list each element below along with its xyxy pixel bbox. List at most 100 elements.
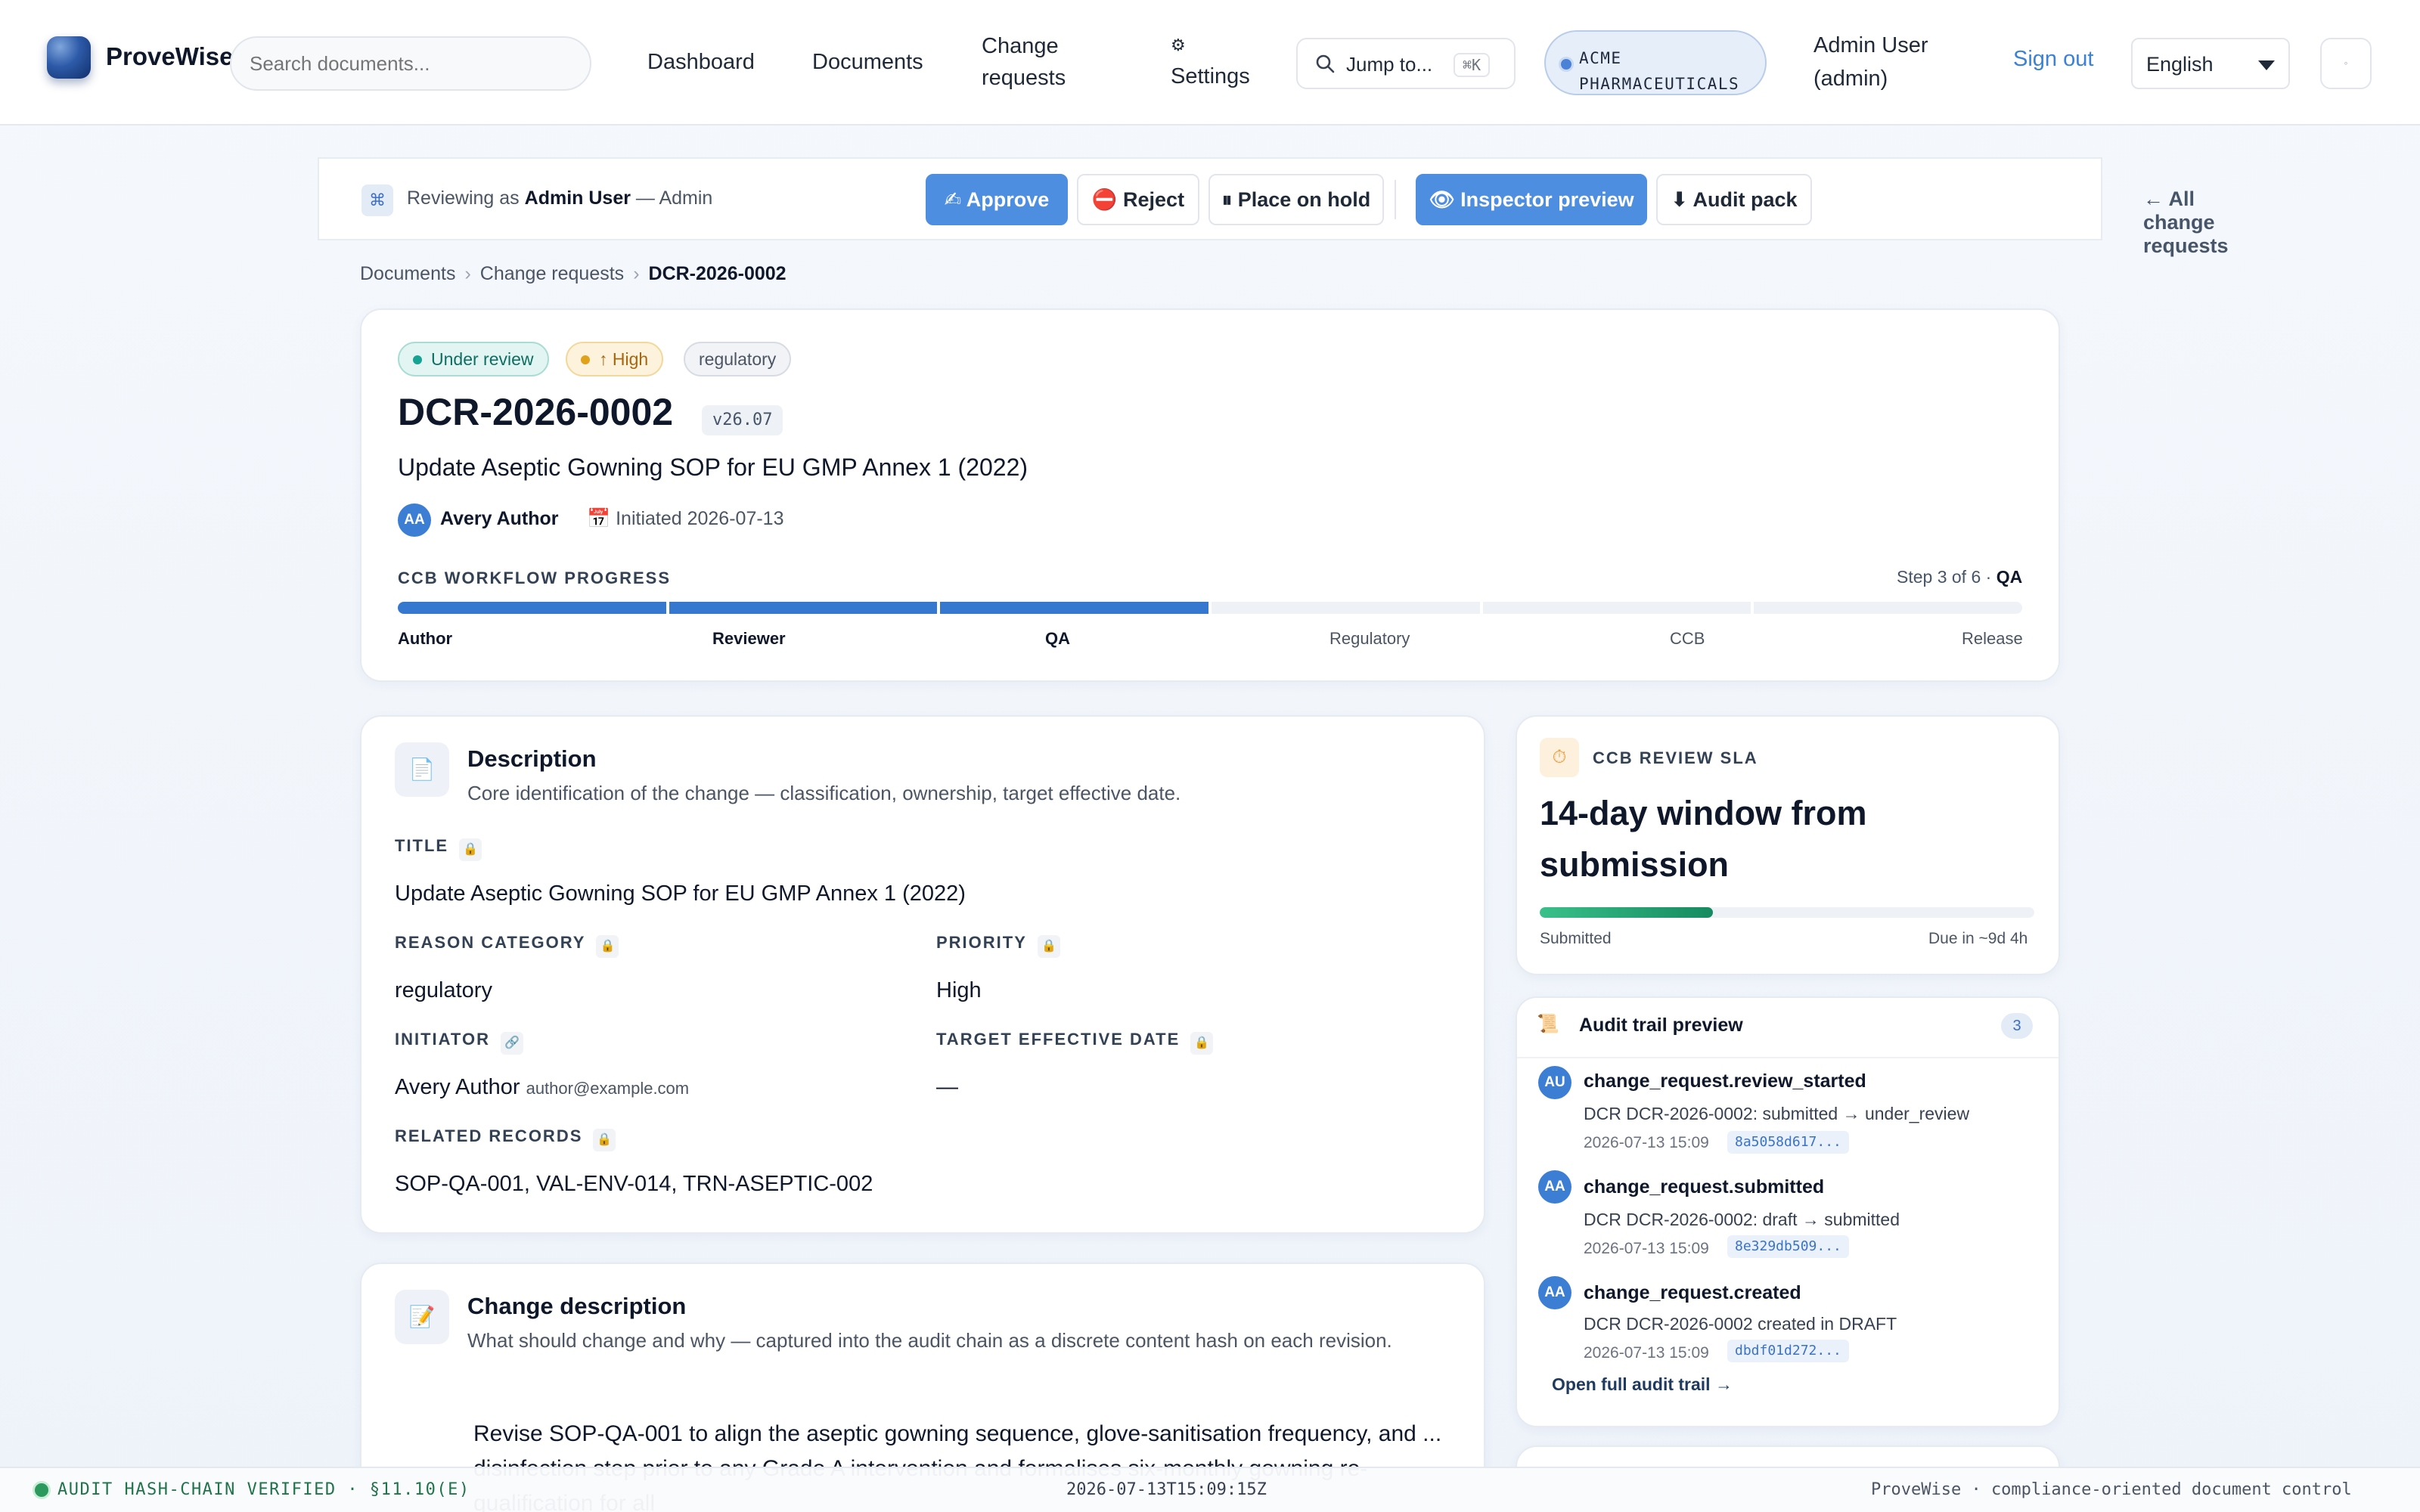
status-badge: Under review xyxy=(398,342,549,376)
breadcrumb-documents[interactable]: Documents xyxy=(360,263,455,284)
change-request-title: Update Aseptic Gowning SOP for EU GMP An… xyxy=(398,454,1028,481)
org-name-line2: PHARMACEUTICALS xyxy=(1579,75,1740,93)
sla-progress-bar xyxy=(1540,907,2034,918)
audit-event-time: 2026-07-13 15:09 xyxy=(1584,1134,1709,1151)
audit-event-name[interactable]: change_request.review_started xyxy=(1584,1070,1866,1092)
field-priority-value: High xyxy=(936,978,982,1002)
initiator-email: author@example.com xyxy=(526,1079,690,1098)
org-name: ACME PHARMACEUTICALS xyxy=(1579,45,1739,97)
nav-dashboard[interactable]: Dashboard xyxy=(647,46,755,78)
footer-timestamp: 2026-07-13T15:09:15Z xyxy=(1066,1480,1267,1499)
nav-documents[interactable]: Documents xyxy=(812,46,923,78)
lock-icon: 🔒 xyxy=(593,1129,616,1151)
field-initiator-label: INITIATOR 🔗 xyxy=(395,1030,523,1055)
workflow-progress-bar xyxy=(398,602,2022,614)
avatar: AA xyxy=(1538,1170,1571,1204)
search-input[interactable] xyxy=(230,36,591,91)
audit-event-name[interactable]: change_request.created xyxy=(1584,1282,1801,1304)
link-icon[interactable]: 🔗 xyxy=(500,1032,523,1055)
org-status-dot xyxy=(1561,59,1571,70)
jump-to-label: Jump to... xyxy=(1346,53,1433,76)
sla-due-label: Due in ~9d 4h xyxy=(1928,930,2028,947)
sla-headline: 14-day window from submission xyxy=(1540,794,1867,884)
field-reason-label: REASON CATEGORY 🔒 xyxy=(395,933,619,958)
field-reason-value: regulatory xyxy=(395,978,492,1002)
audit-pack-button[interactable]: ⬇ Audit pack xyxy=(1656,174,1812,225)
status-footer: AUDIT HASH-CHAIN VERIFIED · §11.10(E) 20… xyxy=(0,1467,2420,1512)
sla-start-label: Submitted xyxy=(1540,930,1612,947)
approve-button[interactable]: ✍ Approve xyxy=(926,174,1068,225)
initiated-date: 📅 Initiated 2026-07-13 xyxy=(587,508,783,530)
nav-settings[interactable]: ⚙ Settings xyxy=(1171,30,1250,92)
workflow-step-segment xyxy=(940,602,1208,614)
hash-badge[interactable]: 8e329db509... xyxy=(1727,1235,1849,1258)
category-badge: regulatory xyxy=(684,342,792,376)
status-dot xyxy=(413,355,422,364)
inspector-preview-button[interactable]: 👁 Inspector preview xyxy=(1416,174,1647,225)
lock-icon: 🔒 xyxy=(596,935,619,958)
sla-label: CCB REVIEW SLA xyxy=(1593,748,1758,767)
field-target-date-value: — xyxy=(936,1075,958,1099)
open-full-audit-trail-link[interactable]: Open full audit trail → xyxy=(1552,1374,1733,1395)
step-role: QA xyxy=(1996,567,2023,587)
priority-badge: ↑ High xyxy=(566,342,664,376)
reviewing-as-label: Reviewing as Admin User — Admin xyxy=(407,187,712,209)
all-change-requests-link[interactable]: ← All change requests xyxy=(2143,187,2229,258)
priority-label: ↑ High xyxy=(599,349,649,369)
logo-icon[interactable] xyxy=(47,36,91,79)
field-priority-label: PRIORITY 🔒 xyxy=(936,933,1060,958)
field-initiator-value: Avery Author author@example.com xyxy=(395,1075,689,1100)
author-name: Avery Author xyxy=(440,508,559,529)
stage-regulatory: Regulatory xyxy=(1329,629,1410,648)
nav-change-requests[interactable]: Change requests xyxy=(982,30,1066,94)
calendar-icon: 📅 xyxy=(587,508,611,529)
reviewing-prefix: Reviewing as xyxy=(407,187,520,209)
step-text: Step 3 of 6 · xyxy=(1897,567,1992,587)
avatar: AA xyxy=(398,503,431,537)
stage-ccb: CCB xyxy=(1670,629,1705,648)
brand-name[interactable]: ProveWise xyxy=(106,42,233,71)
field-title-label-text: TITLE xyxy=(395,836,449,855)
initiated-label: Initiated 2026-07-13 xyxy=(616,508,784,529)
place-on-hold-button[interactable]: ⏸ Place on hold xyxy=(1208,174,1384,225)
reject-button[interactable]: ⛔ Reject xyxy=(1077,174,1199,225)
footer-brand: ProveWise · compliance-oriented document… xyxy=(1871,1480,2352,1499)
workflow-label: CCB WORKFLOW PROGRESS xyxy=(398,569,671,587)
theme-toggle[interactable]: ◦ xyxy=(2320,38,2372,89)
field-related-label: RELATED RECORDS 🔒 xyxy=(395,1126,616,1151)
document-icon: 📄 xyxy=(395,742,449,797)
audit-event-time: 2026-07-13 15:09 xyxy=(1584,1344,1709,1362)
step-indicator: Step 3 of 6 · QA xyxy=(1897,567,2022,587)
page-title: DCR-2026-0002 xyxy=(398,391,674,433)
chevron-down-icon xyxy=(2258,60,2275,70)
audit-event-name[interactable]: change_request.submitted xyxy=(1584,1176,1824,1198)
sign-out-link[interactable]: Sign out xyxy=(2013,47,2093,72)
audit-trail-title: Audit trail preview xyxy=(1579,1015,1743,1036)
language-select[interactable]: English xyxy=(2131,38,2290,89)
breadcrumb-separator: › xyxy=(633,263,640,284)
verified-status-dot xyxy=(35,1483,48,1497)
hash-badge[interactable]: 8a5058d617... xyxy=(1727,1131,1849,1154)
lock-icon: 🔒 xyxy=(1190,1032,1214,1055)
nav-settings-label: Settings xyxy=(1171,64,1250,88)
user-role: (admin) xyxy=(1813,67,1888,91)
command-icon: ⌘ xyxy=(361,184,393,216)
org-switcher[interactable]: ACME PHARMACEUTICALS xyxy=(1544,30,1767,95)
hash-chain-status: AUDIT HASH-CHAIN VERIFIED · §11.10(E) xyxy=(57,1480,470,1499)
nav-change-requests-line1: Change xyxy=(982,34,1059,58)
toolbar-divider xyxy=(1395,180,1396,219)
audit-count-badge: 3 xyxy=(2001,1013,2033,1039)
breadcrumb: Documents › Change requests › DCR-2026-0002 xyxy=(360,263,786,285)
status-label: Under review xyxy=(431,349,534,369)
description-title: Description xyxy=(467,745,597,772)
breadcrumb-change-requests[interactable]: Change requests xyxy=(480,263,624,284)
jump-to-button[interactable]: Jump to... ⌘K xyxy=(1296,38,1516,89)
field-title-label: TITLE 🔒 xyxy=(395,836,482,861)
description-subtitle: Core identification of the change — clas… xyxy=(467,782,1181,804)
review-action-bar: ⌘ Reviewing as Admin User — Admin ✍ Appr… xyxy=(318,157,2229,257)
priority-dot xyxy=(581,355,590,364)
breadcrumb-separator: › xyxy=(464,263,471,284)
field-title-value: Update Aseptic Gowning SOP for EU GMP An… xyxy=(395,881,966,906)
hash-badge[interactable]: dbdf01d272... xyxy=(1727,1340,1849,1362)
reviewer-name: Admin User xyxy=(524,187,631,209)
